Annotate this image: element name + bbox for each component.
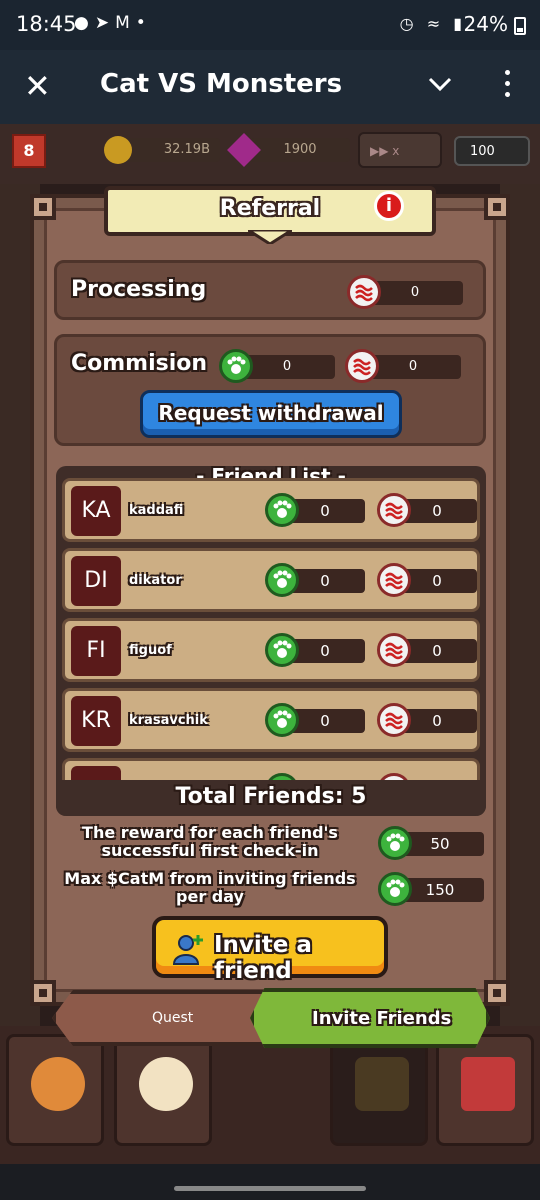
total-friends: Total Friends: 5: [56, 780, 486, 816]
paw-token-icon: [378, 826, 412, 860]
commission-label: Commision: [71, 351, 208, 376]
corner-decoration: [30, 194, 56, 220]
game-hud: 8 32.19B 1900 ▶▶ x 100: [0, 124, 540, 184]
red-token-icon: [377, 633, 411, 667]
gem-counter: 1900: [250, 138, 350, 162]
speed-button[interactable]: ▶▶ x: [358, 132, 442, 168]
info-icon[interactable]: i: [374, 191, 404, 221]
paw-token-icon: [265, 633, 299, 667]
red-token-icon: [345, 349, 379, 383]
add-user-icon: [172, 935, 203, 965]
friend-avatar: KR: [71, 696, 121, 746]
nav-locked-slot[interactable]: [330, 1034, 428, 1146]
level-badge: 8: [12, 134, 46, 168]
lock-icon: [355, 1057, 409, 1111]
chevron-down-icon[interactable]: [426, 74, 454, 98]
tab-invite-label: Invite Friends: [312, 1008, 452, 1029]
paw-token-icon: [219, 349, 253, 383]
tab-quest-label: Quest: [152, 1010, 194, 1026]
paw-token-icon: [265, 493, 299, 527]
friend-avatar: DI: [71, 556, 121, 606]
friend-name: kaddafi: [129, 503, 184, 518]
nav-shop-slot[interactable]: [436, 1034, 534, 1146]
red-token-icon: [347, 275, 381, 309]
invite-friend-label: Invite a friend: [214, 932, 312, 984]
friend-list[interactable]: - Friend List - KA kaddafi 0 0 DI dikato…: [56, 466, 486, 816]
corner-decoration: [484, 980, 510, 1006]
connectivity-icons: ◷ ≈ ▮: [399, 14, 466, 33]
screen: { "status_bar": { "time": "18:45", "batt…: [0, 0, 540, 1200]
close-icon[interactable]: ✕: [24, 68, 51, 104]
coin-counter: 32.19B: [120, 138, 220, 162]
red-token-icon: [377, 563, 411, 597]
friend-avatar: FI: [71, 626, 121, 676]
processing-panel: Processing 0: [54, 260, 486, 320]
friend-name: dikator: [129, 573, 182, 588]
ribbon-tail: [248, 230, 292, 244]
energy-counter: 100: [454, 136, 530, 166]
shop-icon: [461, 1057, 515, 1111]
friend-name: krasavchik: [129, 713, 208, 728]
battery-percent: 24%: [463, 12, 508, 36]
friend-row: DI dikator 0 0: [62, 548, 480, 612]
friend-avatar: KA: [71, 486, 121, 536]
cat-face-icon: [139, 1057, 193, 1111]
nav-cat-slot[interactable]: [114, 1034, 212, 1146]
friend-row: KA kaddafi 0 0: [62, 478, 480, 542]
reward-each-label: The reward for each friend's successful …: [82, 823, 338, 860]
max-reward-label: Max $CatM from inviting friends per day: [64, 869, 356, 906]
app-title: Cat VS Monsters: [100, 69, 343, 99]
status-time: 18:45: [16, 12, 77, 36]
commission-green-value: 0: [239, 355, 335, 379]
red-token-icon: [377, 703, 411, 737]
coin-icon: [104, 136, 132, 164]
processing-label: Processing: [71, 277, 207, 302]
home-indicator[interactable]: [174, 1186, 366, 1191]
corner-decoration: [30, 980, 56, 1006]
processing-value: 0: [367, 281, 463, 305]
speed-label: x: [392, 144, 400, 158]
tab-invite-friends[interactable]: Invite Friends: [250, 988, 490, 1048]
paw-token-icon: [265, 703, 299, 737]
commission-red-value: 0: [365, 355, 461, 379]
nav-hero-slot[interactable]: [6, 1034, 104, 1146]
paw-token-icon: [378, 872, 412, 906]
request-withdrawal-label: Request withdrawal: [158, 401, 384, 425]
red-token-icon: [377, 493, 411, 527]
friend-row: FI figuof 0 0: [62, 618, 480, 682]
more-options-icon[interactable]: [500, 70, 514, 104]
cat-hero-icon: [31, 1057, 85, 1111]
battery-icon: [514, 17, 526, 35]
corner-decoration: [484, 194, 510, 220]
status-bar: 18:45 ●➤M• ◷ ≈ ▮ 24%: [0, 0, 540, 50]
request-withdrawal-button[interactable]: Request withdrawal: [140, 390, 402, 438]
paw-token-icon: [265, 563, 299, 597]
invite-friend-button[interactable]: Invite a friend: [152, 916, 388, 984]
app-bar: ✕ Cat VS Monsters: [0, 50, 540, 124]
friend-row: KR krasavchik 0 0: [62, 688, 480, 752]
friend-name: figuof: [129, 643, 172, 658]
notification-icons: ●➤M•: [74, 13, 152, 33]
